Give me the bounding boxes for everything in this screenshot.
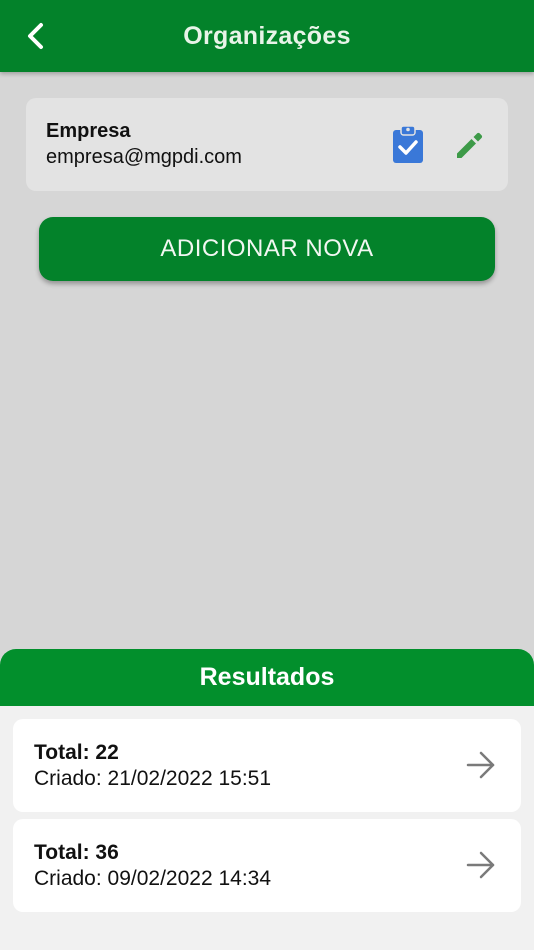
organization-email: empresa@mgpdi.com — [46, 146, 242, 168]
results-title: Resultados — [0, 649, 534, 706]
organization-card: Empresa empresa@mgpdi.com — [26, 98, 508, 191]
result-created-date: Criado: 09/02/2022 14:34 — [34, 867, 272, 890]
open-result-button[interactable] — [463, 847, 499, 883]
result-item[interactable]: Total: 36 Criado: 09/02/2022 14:34 — [13, 819, 521, 912]
app-bar: Organizações — [0, 0, 534, 72]
edit-button[interactable] — [450, 125, 490, 165]
result-item[interactable]: Total: 22 Criado: 21/02/2022 15:51 — [13, 719, 521, 812]
result-total: Total: 22 — [34, 741, 119, 764]
add-new-button[interactable]: ADICIONAR NOVA — [39, 217, 495, 281]
result-total: Total: 36 — [34, 841, 119, 864]
arrow-right-icon — [466, 851, 495, 879]
result-created-date: Criado: 21/02/2022 15:51 — [34, 767, 272, 790]
clipboard-check-icon — [393, 125, 423, 163]
pencil-icon — [457, 132, 483, 158]
open-result-button[interactable] — [463, 747, 499, 783]
page-title: Organizações — [183, 22, 351, 50]
results-panel: Resultados Total: 22 Criado: 21/02/2022 … — [0, 649, 534, 950]
organization-name: Empresa — [46, 120, 131, 142]
arrow-right-icon — [466, 751, 495, 779]
clipboard-button[interactable] — [388, 124, 428, 164]
